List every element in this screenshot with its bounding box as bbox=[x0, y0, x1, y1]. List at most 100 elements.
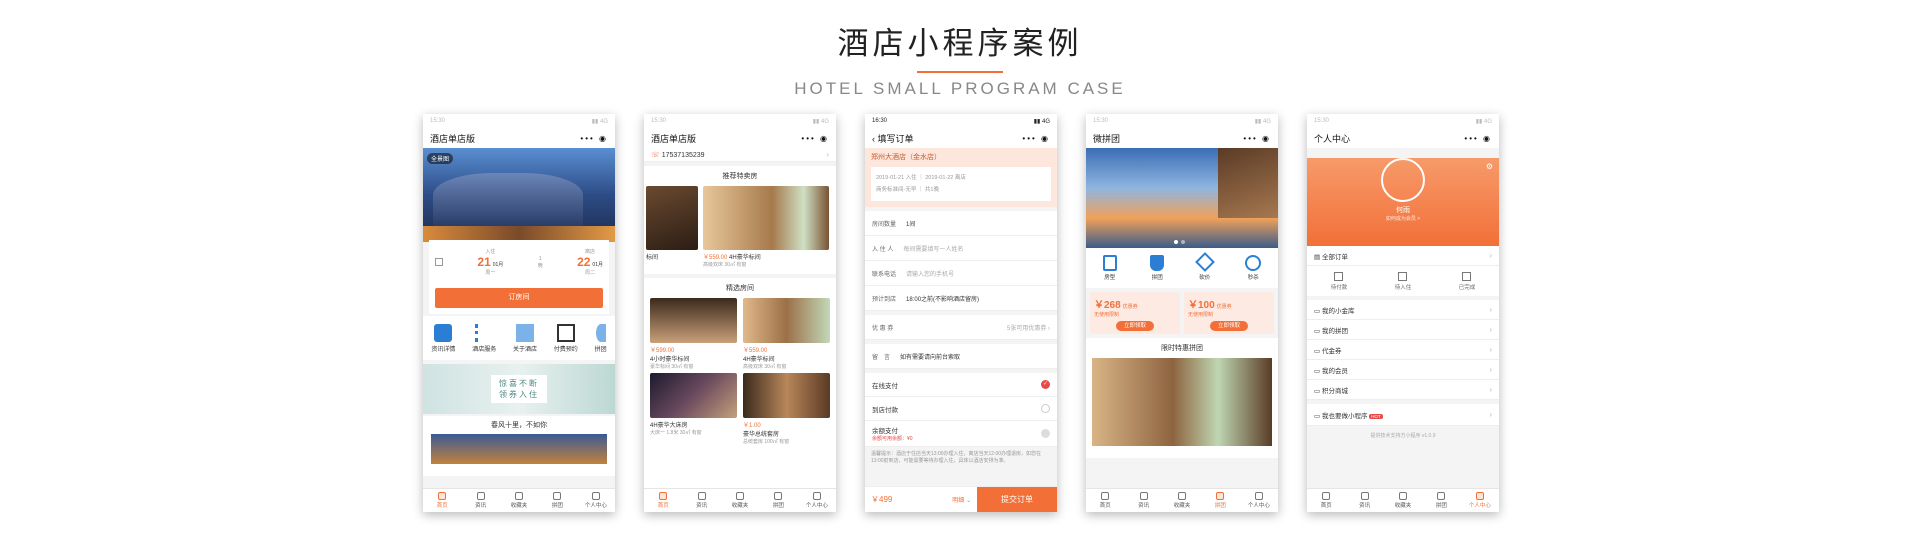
phone-field[interactable]: 联系电话 请输入您的手机号 bbox=[865, 261, 1057, 286]
form-row-rooms[interactable]: 房间数量 1间 bbox=[865, 211, 1057, 236]
claim-coupon-button[interactable]: 立即领取 bbox=[1116, 321, 1154, 331]
submit-order-button[interactable]: 提交订单 bbox=[977, 487, 1057, 512]
feature-service[interactable]: 酒店服务 bbox=[472, 323, 496, 353]
coupon-card: ￥100 优惠券 无使用限制 立即领取 bbox=[1184, 292, 1274, 334]
home-icon bbox=[659, 492, 668, 500]
page-header: 酒店小程序案例 HOTEL SMALL PROGRAM CASE bbox=[0, 18, 1920, 99]
tab-favorites[interactable]: 收藏夹 bbox=[721, 489, 759, 512]
phone-screen-group-buy: 15:30 ▮▮ 4G 微拼团 ••• ◉ 房型 拼团 砍价 秒杀 ￥268 优惠券… bbox=[1086, 114, 1278, 512]
clock-icon bbox=[1245, 255, 1262, 271]
group-deal-image[interactable] bbox=[1092, 358, 1272, 446]
arrival-time-field[interactable]: 预计到店 18:00之前(不影响酒店留房) bbox=[865, 286, 1057, 311]
tab-news[interactable]: 资讯 bbox=[1124, 489, 1162, 512]
coupon-row[interactable]: 优 惠 券 5张可用优惠券 › bbox=[865, 315, 1057, 340]
order-completed[interactable]: 已完成 bbox=[1459, 271, 1475, 291]
remark-field[interactable]: 留 言如有需要请向前台索取 bbox=[865, 344, 1057, 369]
home-icon bbox=[1101, 492, 1110, 500]
tab-news[interactable]: 资讯 bbox=[682, 489, 720, 512]
pay-online-option[interactable]: 在线支付 ✓ bbox=[865, 373, 1057, 397]
price-detail-toggle[interactable]: 明细 ⌄ bbox=[952, 495, 971, 504]
checked-radio-icon: ✓ bbox=[1041, 380, 1050, 389]
tab-group[interactable]: 拼团 bbox=[759, 489, 797, 512]
tab-profile[interactable]: 个人中心 bbox=[1240, 489, 1278, 512]
menu-membership[interactable]: ▭ 我的会员 › bbox=[1307, 360, 1499, 380]
pay-balance-option[interactable]: 余额支付 余额可用余额：¥0 bbox=[865, 421, 1057, 447]
home-icon bbox=[1322, 492, 1331, 500]
member-link[interactable]: 如何成为会员 > bbox=[1307, 215, 1499, 222]
status-time: 16:30 bbox=[872, 118, 888, 124]
menu-vouchers[interactable]: ▭ 代金券 › bbox=[1307, 340, 1499, 360]
settings-gear-icon[interactable]: ⚙ bbox=[1486, 162, 1493, 171]
back-arrow-icon[interactable]: ‹ bbox=[872, 134, 875, 144]
capsule-menu-icon[interactable]: ••• ◉ bbox=[580, 134, 608, 143]
nights-count: 1晚 bbox=[537, 255, 543, 269]
wallet-icon bbox=[1334, 271, 1344, 281]
tab-home[interactable]: 首页 bbox=[1086, 489, 1124, 512]
capsule-menu-icon[interactable]: ••• ◉ bbox=[1243, 134, 1271, 143]
order-pending-payment[interactable]: 待付款 bbox=[1331, 271, 1347, 291]
tab-favorites[interactable]: 收藏夹 bbox=[500, 489, 538, 512]
tab-group[interactable]: 拼团 bbox=[1422, 489, 1460, 512]
room-card[interactable]: 标间 bbox=[646, 186, 698, 268]
building-icon bbox=[1398, 271, 1408, 281]
book-room-button[interactable]: 订房间 bbox=[435, 288, 603, 308]
pay-at-hotel-option[interactable]: 到店付款 bbox=[865, 397, 1057, 421]
document-icon bbox=[1462, 271, 1472, 281]
room-card[interactable]: ￥1.00 豪华总统套房 总统套房 100㎡ 有窗 bbox=[743, 373, 830, 445]
capsule-menu-icon[interactable]: ••• ◉ bbox=[801, 134, 829, 143]
menu-create-miniprogram[interactable]: ▭ 我也要做小程序 HOT › bbox=[1307, 404, 1499, 426]
room-card[interactable]: ￥559.00 4H豪华标间 高级双床 30㎡ 有窗 bbox=[703, 186, 829, 268]
feature-booking[interactable]: 付费预约 bbox=[554, 323, 578, 353]
category-flash-sale[interactable]: 秒杀 bbox=[1245, 255, 1262, 281]
phone-screen-order: 16:30 ▮▮ 4G ‹ 填写订单 ••• ◉ 郑州大酒店（金水店） 2019-0… bbox=[865, 114, 1057, 512]
claim-coupon-button[interactable]: 立即领取 bbox=[1210, 321, 1248, 331]
feature-group[interactable]: 拼团 bbox=[595, 323, 607, 353]
feature-news[interactable]: 资讯详情 bbox=[431, 323, 455, 353]
tab-profile[interactable]: 个人中心 bbox=[798, 489, 836, 512]
clipboard-icon bbox=[1102, 255, 1117, 271]
panorama-badge[interactable]: 全景图 bbox=[427, 153, 454, 164]
checkout-date[interactable]: 离店 22 01月 周二 bbox=[577, 248, 603, 276]
category-group[interactable]: 拼团 bbox=[1150, 255, 1165, 281]
category-bargain[interactable]: 砍价 bbox=[1194, 252, 1215, 281]
menu-my-group[interactable]: ▭ 我的拼团 › bbox=[1307, 320, 1499, 340]
checkin-date[interactable]: 入住 21 01月 周一 bbox=[477, 248, 503, 276]
calendar-icon bbox=[435, 258, 443, 266]
order-pending-checkin[interactable]: 待入住 bbox=[1395, 271, 1411, 291]
promo-banner[interactable]: 惊喜不断 领券入住 bbox=[423, 364, 615, 414]
capsule-menu-icon[interactable]: ••• ◉ bbox=[1022, 134, 1050, 143]
order-form: 房间数量 1间 入 住 人每间需要填写一人姓名 联系电话 请输入您的手机号 预计到店… bbox=[865, 211, 1057, 311]
resort-banner-image[interactable] bbox=[1086, 148, 1278, 248]
tab-bar: 首页 资讯 收藏夹 拼团 个人中心 bbox=[423, 488, 615, 512]
room-card[interactable]: 4H豪华大床房 大床一 1.8米 30㎡ 有窗 bbox=[650, 373, 737, 445]
tab-group[interactable]: 拼团 bbox=[538, 489, 576, 512]
room-card[interactable]: ￥559.00 4H豪华标间 高级双床 30㎡ 有窗 bbox=[743, 298, 830, 370]
tab-group[interactable]: 拼团 bbox=[1201, 489, 1239, 512]
tab-profile[interactable]: 个人中心 bbox=[577, 489, 615, 512]
tab-profile[interactable]: 个人中心 bbox=[1461, 489, 1499, 512]
folder-icon bbox=[1178, 492, 1187, 500]
feature-about[interactable]: 关于酒店 bbox=[513, 323, 537, 353]
guest-name-field[interactable]: 入 住 人每间需要填写一人姓名 bbox=[865, 236, 1057, 261]
tab-home[interactable]: 首页 bbox=[423, 489, 461, 512]
avatar[interactable] bbox=[1381, 158, 1425, 202]
orders-section: ▤ 全部订单 › 待付款 待入住 已完成 bbox=[1307, 246, 1499, 296]
tab-home[interactable]: 首页 bbox=[644, 489, 682, 512]
room-card[interactable]: ￥599.00 4小时豪华标间 豪华标间 30㎡ 有窗 bbox=[650, 298, 737, 370]
tab-favorites[interactable]: 收藏夹 bbox=[1163, 489, 1201, 512]
page-title: 酒店小程序案例 bbox=[837, 26, 1083, 62]
all-orders-row[interactable]: ▤ 全部订单 › bbox=[1307, 246, 1499, 266]
menu-points-mall[interactable]: ▭ 积分商城 › bbox=[1307, 380, 1499, 400]
tab-news[interactable]: 资讯 bbox=[461, 489, 499, 512]
phone-row[interactable]: ☏ 17537135239 › bbox=[644, 148, 836, 162]
home-icon bbox=[438, 492, 447, 500]
capsule-menu-icon[interactable]: ••• ◉ bbox=[1464, 134, 1492, 143]
tab-home[interactable]: 首页 bbox=[1307, 489, 1345, 512]
tab-news[interactable]: 资讯 bbox=[1345, 489, 1383, 512]
category-rooms[interactable]: 房型 bbox=[1102, 255, 1117, 281]
chevron-right-icon: › bbox=[826, 150, 829, 159]
user-name: 何雨 bbox=[1396, 207, 1410, 214]
news-icon bbox=[697, 492, 706, 500]
menu-vault[interactable]: ▭ 我的小金库 › bbox=[1307, 300, 1499, 320]
tab-favorites[interactable]: 收藏夹 bbox=[1384, 489, 1422, 512]
